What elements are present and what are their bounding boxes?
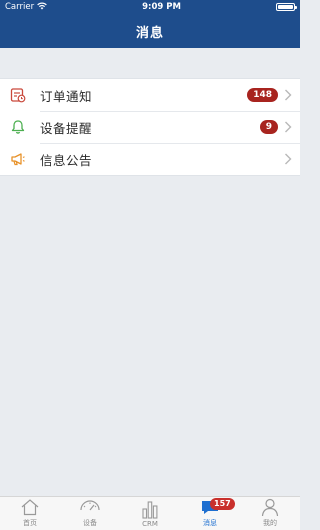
unread-badge: 148 xyxy=(247,88,278,102)
tab-crm[interactable]: CRM xyxy=(120,497,180,530)
list-item-order-notice[interactable]: 订单通知 148 xyxy=(0,79,300,111)
bell-icon xyxy=(10,119,26,135)
tab-bar: 首页 设备 CRM 157 消息 我的 xyxy=(0,496,300,530)
gauge-icon xyxy=(79,497,101,517)
unread-badge: 9 xyxy=(259,120,278,134)
bar-chart-icon xyxy=(139,499,161,519)
status-right xyxy=(276,3,297,11)
tab-home[interactable]: 首页 xyxy=(0,497,60,530)
battery-icon xyxy=(276,3,297,11)
tab-device[interactable]: 设备 xyxy=(60,497,120,530)
list-item-label: 订单通知 xyxy=(40,88,93,104)
nav-bar: 消息 xyxy=(0,14,300,48)
status-left: Carrier xyxy=(5,2,47,13)
row-right: 9 xyxy=(259,111,292,143)
tab-label: 消息 xyxy=(203,519,217,527)
tab-label: 首页 xyxy=(23,519,37,527)
tab-label: 设备 xyxy=(83,519,97,527)
tab-label: CRM xyxy=(142,520,158,528)
person-icon xyxy=(259,497,281,517)
message-list: 订单通知 148 设备提醒 9 信息公告 xyxy=(0,78,300,176)
row-right xyxy=(284,143,292,175)
tab-messages[interactable]: 157 消息 xyxy=(180,497,240,530)
page-title: 消息 xyxy=(135,25,164,41)
tab-label: 我的 xyxy=(263,519,277,527)
list-item-label: 设备提醒 xyxy=(40,120,93,136)
top-header: Carrier 9:09 PM 消息 xyxy=(0,0,300,48)
list-item-announcement[interactable]: 信息公告 xyxy=(0,143,300,175)
order-notice-icon xyxy=(10,87,26,103)
chevron-right-icon xyxy=(285,89,292,101)
tab-profile[interactable]: 我的 xyxy=(240,497,300,530)
status-time: 9:09 PM xyxy=(142,2,181,12)
carrier-label: Carrier xyxy=(5,2,35,12)
chevron-right-icon xyxy=(285,153,292,165)
megaphone-icon xyxy=(10,151,26,167)
list-item-label: 信息公告 xyxy=(40,152,93,168)
wifi-icon xyxy=(37,2,47,13)
row-right: 148 xyxy=(247,79,292,111)
list-item-device-alert[interactable]: 设备提醒 9 xyxy=(0,111,300,143)
tab-badge: 157 xyxy=(210,498,235,510)
home-icon xyxy=(19,497,41,517)
chevron-right-icon xyxy=(285,121,292,133)
status-bar: Carrier 9:09 PM xyxy=(0,0,300,14)
